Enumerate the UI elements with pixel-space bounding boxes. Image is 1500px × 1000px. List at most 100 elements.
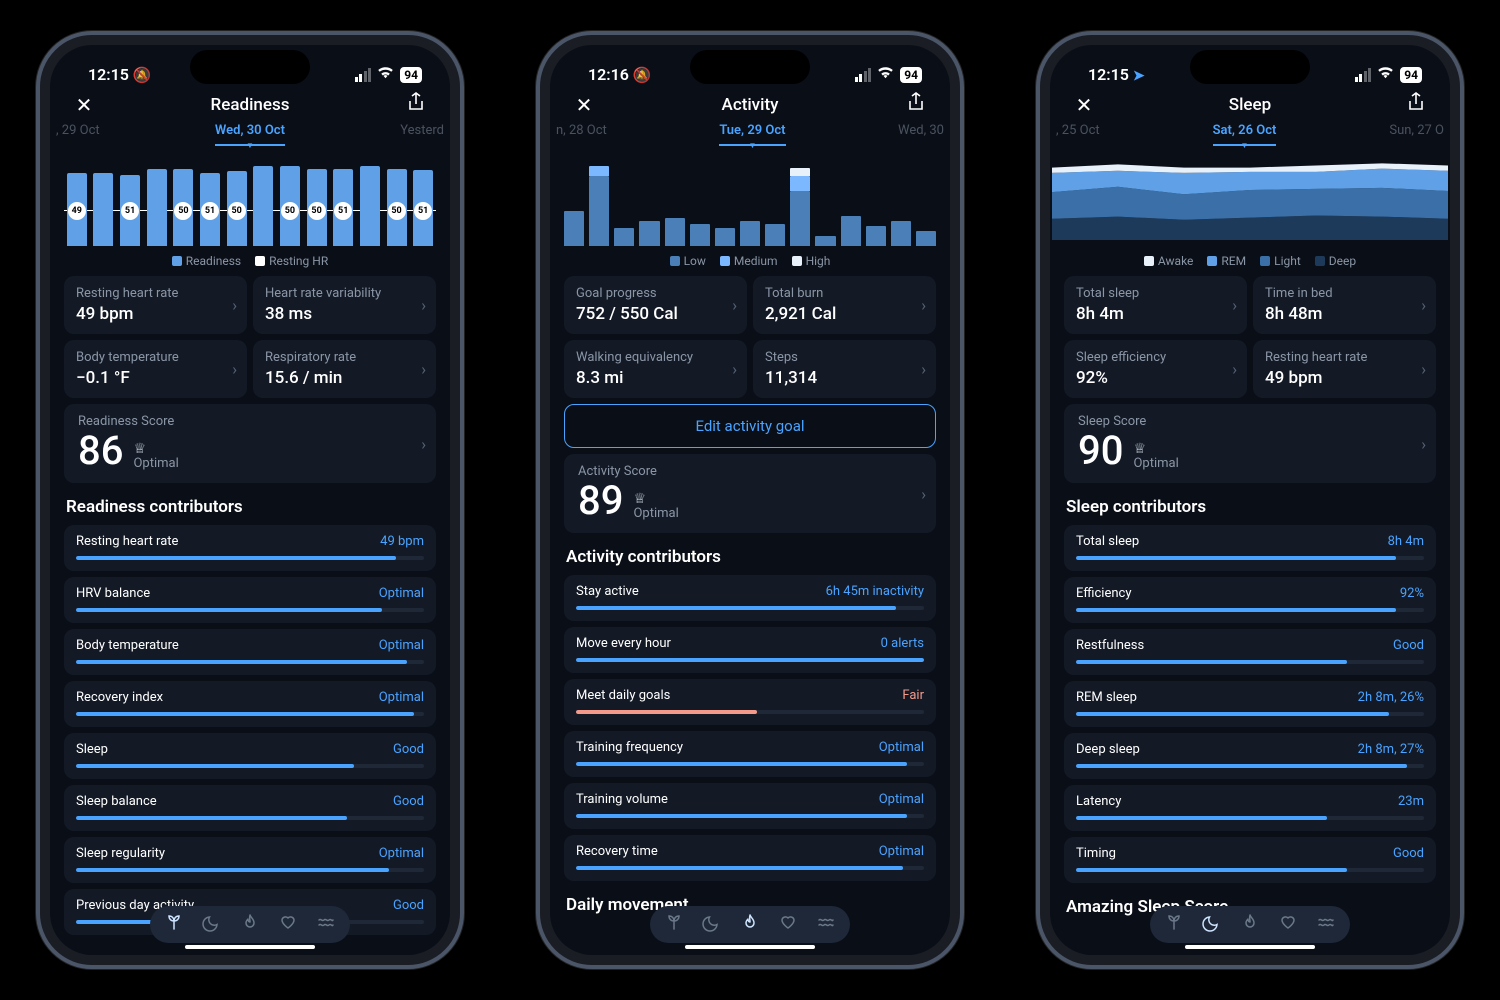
heart-icon[interactable] xyxy=(1278,912,1298,937)
flame-icon[interactable] xyxy=(740,912,760,937)
chevron-right-icon: › xyxy=(1421,434,1426,453)
metric-tile[interactable]: Body temperature −0.1 °F › xyxy=(64,340,247,398)
close-button[interactable]: ✕ xyxy=(72,93,96,117)
contributor-row[interactable]: Training volume Optimal xyxy=(564,783,936,829)
heart-icon[interactable] xyxy=(778,912,798,937)
metric-tile[interactable]: Walking equivalency 8.3 mi › xyxy=(564,340,747,398)
content-scroll[interactable]: 49515051505050515051 ReadinessResting HR… xyxy=(52,152,448,953)
contributor-row[interactable]: Timing Good xyxy=(1064,837,1436,883)
contributor-row[interactable]: Recovery index Optimal xyxy=(64,681,436,727)
date-selected[interactable]: Wed, 30 Oct xyxy=(215,123,285,146)
flame-icon[interactable] xyxy=(1240,912,1260,937)
contributor-row[interactable]: Total sleep 8h 4m xyxy=(1064,525,1436,571)
progress-bar xyxy=(576,866,924,870)
sprout-icon[interactable] xyxy=(664,912,684,937)
contributor-row[interactable]: Resting heart rate 49 bpm xyxy=(64,525,436,571)
edit-activity-goal-button[interactable]: Edit activity goal xyxy=(564,404,936,448)
home-indicator[interactable] xyxy=(1185,945,1315,949)
bottom-tab-bar[interactable] xyxy=(150,906,350,943)
metric-tile[interactable]: Time in bed 8h 48m › xyxy=(1253,276,1436,334)
contributor-value: 92% xyxy=(1400,586,1424,601)
legend-item: Resting HR xyxy=(255,254,328,268)
metric-label: Sleep efficiency xyxy=(1076,350,1235,365)
bottom-tab-bar[interactable] xyxy=(650,906,850,943)
date-selected[interactable]: Tue, 29 Oct xyxy=(719,123,785,146)
date-next[interactable]: Wed, 30 xyxy=(894,123,948,146)
moon-icon[interactable] xyxy=(202,912,222,937)
close-button[interactable]: ✕ xyxy=(1072,93,1096,117)
home-indicator[interactable] xyxy=(685,945,815,949)
contributor-row[interactable]: Sleep Good xyxy=(64,733,436,779)
contributor-row[interactable]: Training frequency Optimal xyxy=(564,731,936,777)
moon-icon[interactable] xyxy=(702,912,722,937)
contributor-row[interactable]: Sleep regularity Optimal xyxy=(64,837,436,883)
contributor-row[interactable]: Latency 23m xyxy=(1064,785,1436,831)
home-indicator[interactable] xyxy=(185,945,315,949)
metric-tile[interactable]: Total burn 2,921 Cal › xyxy=(753,276,936,334)
sprout-icon[interactable] xyxy=(164,912,184,937)
metric-tile[interactable]: Total sleep 8h 4m › xyxy=(1064,276,1247,334)
heart-icon[interactable] xyxy=(278,912,298,937)
contributor-name: Stay active xyxy=(576,584,639,599)
bell-off-icon: 🔕 xyxy=(133,66,152,84)
bottom-tab-bar[interactable] xyxy=(1150,906,1350,943)
contributor-row[interactable]: Stay active 6h 45m inactivity xyxy=(564,575,936,621)
metric-tile[interactable]: Steps 11,314 › xyxy=(753,340,936,398)
contributor-value: Good xyxy=(1393,846,1424,861)
metric-label: Respiratory rate xyxy=(265,350,424,365)
legend-item: Light xyxy=(1260,254,1301,268)
contributor-row[interactable]: Sleep balance Good xyxy=(64,785,436,831)
score-card[interactable]: Sleep Score 90 ♕ Optimal › xyxy=(1064,404,1436,483)
contributor-row[interactable]: Recovery time Optimal xyxy=(564,835,936,881)
moon-icon[interactable] xyxy=(1202,912,1222,937)
waves-icon[interactable] xyxy=(1316,912,1336,937)
metric-tile[interactable]: Goal progress 752 / 550 Cal › xyxy=(564,276,747,334)
score-card[interactable]: Readiness Score 86 ♕ Optimal › xyxy=(64,404,436,483)
contributor-value: Optimal xyxy=(879,740,924,755)
contributor-row[interactable]: Deep sleep 2h 8m, 27% xyxy=(1064,733,1436,779)
contributor-value: Optimal xyxy=(879,844,924,859)
content-scroll[interactable]: AwakeREMLightDeep Total sleep 8h 4m › Ti… xyxy=(1052,152,1448,953)
date-selector[interactable]: n, 28 Oct Tue, 29 Oct Wed, 30 xyxy=(552,121,948,152)
waves-icon[interactable] xyxy=(816,912,836,937)
date-prev[interactable]: n, 28 Oct xyxy=(552,123,611,146)
date-prev[interactable]: , 29 Oct xyxy=(52,123,104,146)
flame-icon[interactable] xyxy=(240,912,260,937)
contributor-row[interactable]: REM sleep 2h 8m, 26% xyxy=(1064,681,1436,727)
share-button[interactable] xyxy=(404,92,428,117)
metric-label: Goal progress xyxy=(576,286,735,301)
metric-tile[interactable]: Sleep efficiency 92% › xyxy=(1064,340,1247,398)
contributor-row[interactable]: HRV balance Optimal xyxy=(64,577,436,623)
metric-tile[interactable]: Resting heart rate 49 bpm › xyxy=(64,276,247,334)
contributor-row[interactable]: Move every hour 0 alerts xyxy=(564,627,936,673)
share-button[interactable] xyxy=(904,92,928,117)
crown-icon: ♕ xyxy=(633,492,678,506)
waves-icon[interactable] xyxy=(316,912,336,937)
contributor-row[interactable]: Meet daily goals Fair xyxy=(564,679,936,725)
chevron-right-icon: › xyxy=(1421,360,1426,379)
date-selector[interactable]: , 29 Oct Wed, 30 Oct Yesterd xyxy=(52,121,448,152)
date-selector[interactable]: , 25 Oct Sat, 26 Oct Sun, 27 O xyxy=(1052,121,1448,152)
metric-tile[interactable]: Respiratory rate 15.6 / min › xyxy=(253,340,436,398)
metric-tile[interactable]: Heart rate variability 38 ms › xyxy=(253,276,436,334)
date-next[interactable]: Yesterd xyxy=(396,123,448,146)
date-selected[interactable]: Sat, 26 Oct xyxy=(1213,123,1277,146)
crown-icon: ♕ xyxy=(1133,442,1178,456)
close-button[interactable]: ✕ xyxy=(572,93,596,117)
date-next[interactable]: Sun, 27 O xyxy=(1385,123,1448,146)
chevron-right-icon: › xyxy=(921,296,926,315)
progress-bar xyxy=(76,556,424,560)
sprout-icon[interactable] xyxy=(1164,912,1184,937)
dynamic-island xyxy=(1190,50,1310,84)
contributor-name: Move every hour xyxy=(576,636,671,651)
contributor-name: Recovery index xyxy=(76,690,163,705)
contributor-row[interactable]: Efficiency 92% xyxy=(1064,577,1436,623)
contributor-row[interactable]: Body temperature Optimal xyxy=(64,629,436,675)
metric-tile[interactable]: Resting heart rate 49 bpm › xyxy=(1253,340,1436,398)
score-card[interactable]: Activity Score 89 ♕ Optimal › xyxy=(564,454,936,533)
date-prev[interactable]: , 25 Oct xyxy=(1052,123,1104,146)
content-scroll[interactable]: LowMediumHigh Goal progress 752 / 550 Ca… xyxy=(552,152,948,953)
chevron-right-icon: › xyxy=(421,296,426,315)
share-button[interactable] xyxy=(1404,92,1428,117)
contributor-row[interactable]: Restfulness Good xyxy=(1064,629,1436,675)
